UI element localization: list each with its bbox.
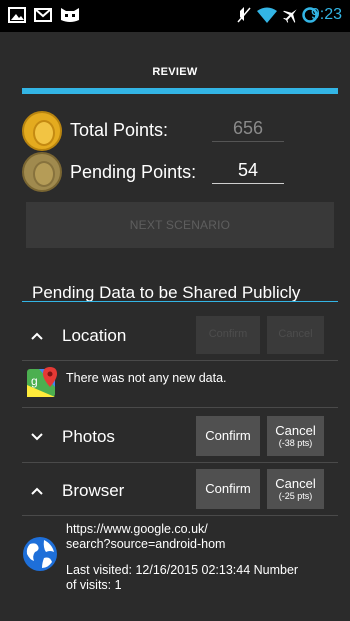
photos-confirm-button[interactable]: Confirm [196, 416, 260, 456]
section-divider [22, 301, 338, 302]
google-maps-icon: g [27, 367, 57, 397]
photos-cancel-button[interactable]: Cancel (-38 pts) [267, 416, 324, 456]
browser-url-line1: https://www.google.co.uk/ [66, 522, 208, 536]
location-cancel-button[interactable]: Cancel [267, 316, 324, 354]
status-time: 9:23 [310, 6, 342, 23]
total-points-value: 656 [212, 118, 284, 142]
mute-icon [237, 7, 251, 23]
airplane-icon [283, 9, 297, 23]
coin-icon [22, 111, 62, 151]
location-confirm-button[interactable]: Confirm [196, 316, 260, 354]
browser-visit-line2: of visits: 1 [66, 578, 122, 592]
row-divider [22, 462, 338, 463]
browser-cancel-label: Cancel [275, 475, 316, 491]
category-label-browser: Browser [62, 481, 125, 500]
pending-points-label: Pending Points: [70, 162, 197, 182]
total-points-label: Total Points: [70, 120, 169, 140]
header-accent-bar [22, 88, 338, 94]
image-icon [8, 7, 26, 23]
photos-confirm-label: Confirm [205, 428, 251, 444]
wifi-icon [257, 7, 277, 23]
browser-cancel-button[interactable]: Cancel (-25 pts) [267, 469, 324, 509]
next-scenario-button[interactable]: NEXT SCENARIO [26, 202, 334, 248]
category-label-location: Location [62, 326, 127, 345]
photos-cancel-label: Cancel [275, 422, 316, 438]
cat-icon [61, 8, 79, 22]
browser-confirm-label: Confirm [205, 481, 251, 497]
pending-points-value: 54 [212, 160, 284, 184]
status-bar: 9:23 [0, 0, 350, 32]
chevron-up-icon[interactable] [30, 484, 44, 498]
browser-visit-line1: Last visited: 12/16/2015 02:13:44 Number [66, 563, 299, 577]
browser-url-line2: search?source=android-hom [66, 537, 226, 551]
chevron-down-icon[interactable] [30, 430, 44, 444]
row-divider [22, 515, 338, 516]
section-title: Pending Data to be Shared Publicly [32, 283, 301, 302]
row-divider [22, 407, 338, 408]
mail-icon [34, 8, 52, 22]
photos-cancel-points: (-38 pts) [278, 437, 313, 448]
svg-text:g: g [31, 374, 38, 388]
page-title: REVIEW [152, 66, 198, 78]
chevron-up-icon[interactable] [30, 329, 44, 343]
browser-cancel-points: (-25 pts) [278, 490, 313, 501]
browser-confirm-button[interactable]: Confirm [196, 469, 260, 509]
row-divider [22, 360, 338, 361]
header: REVIEW [0, 32, 350, 90]
pending-coin-icon [22, 152, 62, 192]
category-label-photos: Photos [62, 427, 115, 446]
globe-icon [23, 537, 57, 571]
location-entry-text: There was not any new data. [66, 371, 227, 385]
